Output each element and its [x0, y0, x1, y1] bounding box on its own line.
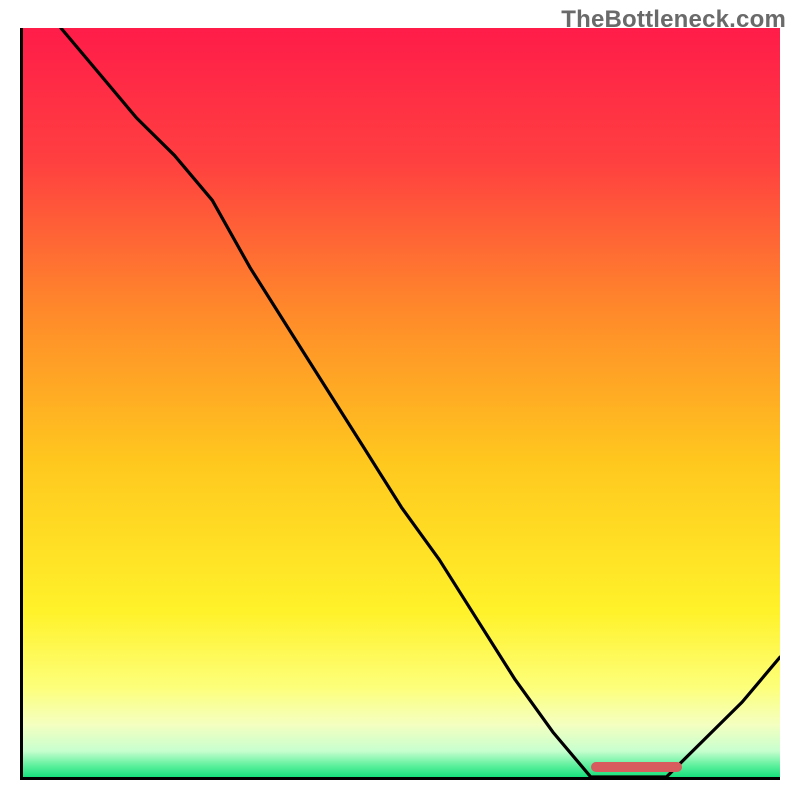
- optimal-zone-marker: [591, 762, 682, 772]
- chart-stage: TheBottleneck.com: [0, 0, 800, 800]
- chart-line: [23, 28, 780, 777]
- attribution-label: TheBottleneck.com: [561, 6, 786, 34]
